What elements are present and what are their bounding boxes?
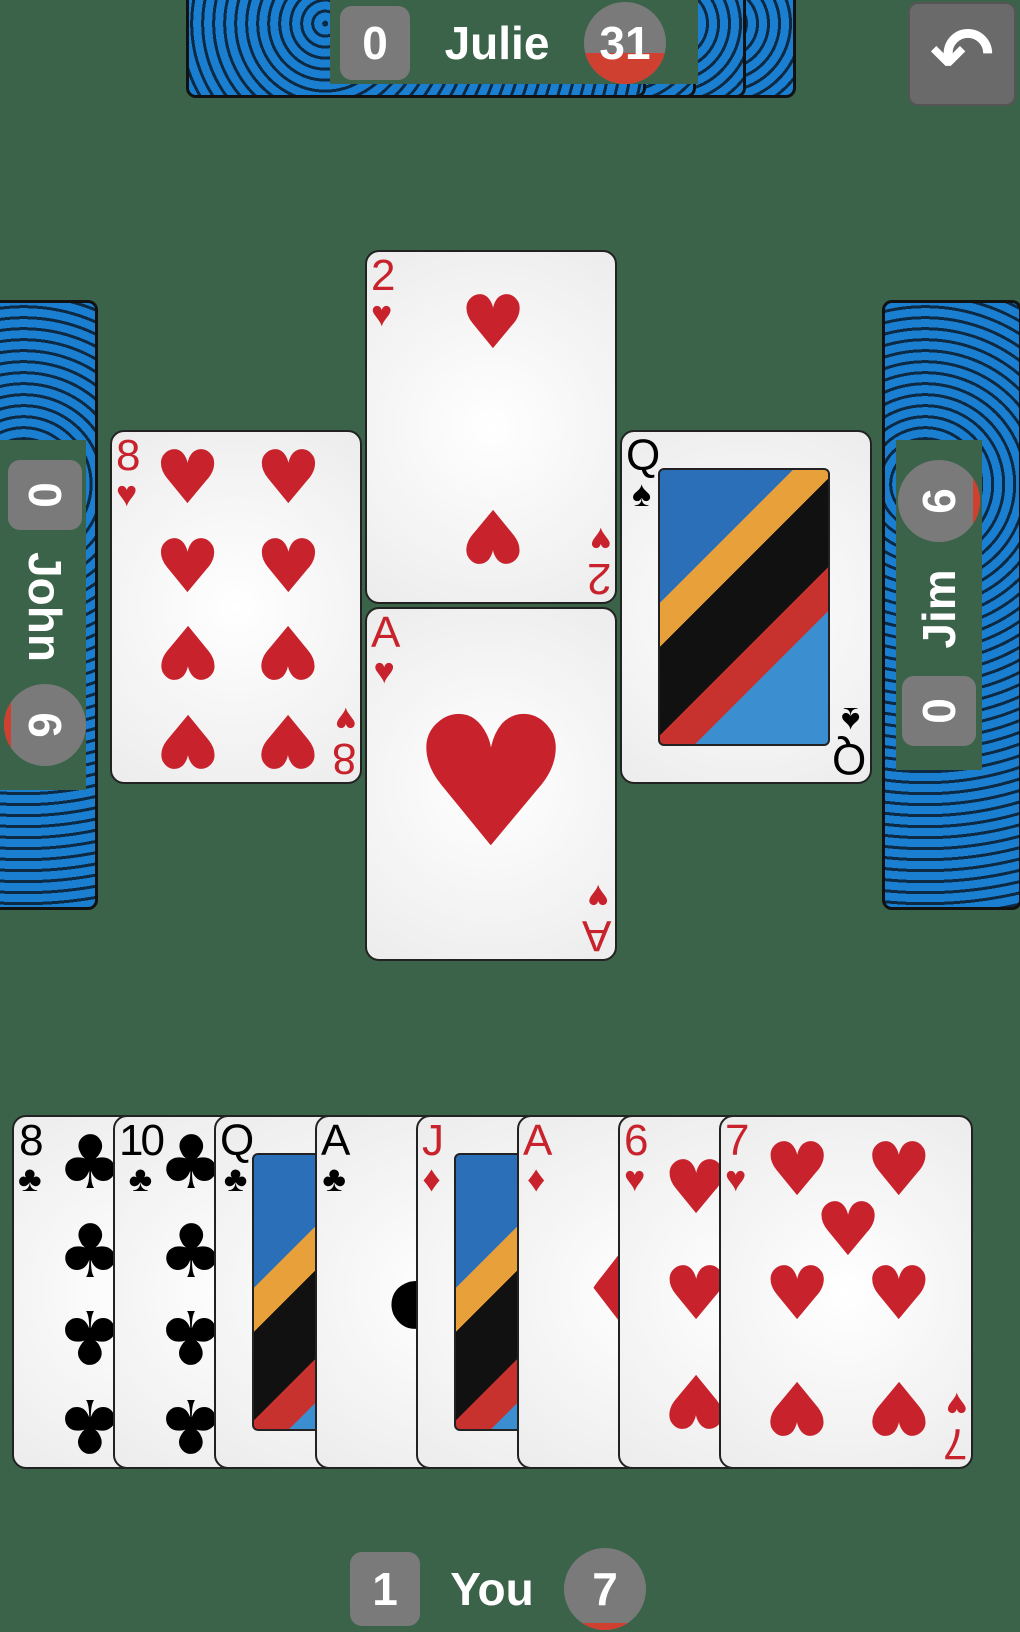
card-corner-index: 8♣ xyxy=(18,1116,44,1199)
hearts-pip-icon: ♥ xyxy=(255,523,322,610)
hearts-pip-icon: ♥ xyxy=(154,523,221,610)
hearts-pip-icon: ♥ xyxy=(154,696,221,783)
score-badge: 6 xyxy=(4,684,86,766)
hearts-pip-icon: ♥ xyxy=(255,696,322,783)
card-corner-index: Q ♠ xyxy=(626,431,660,514)
hearts-pip-icon: ♥ xyxy=(255,608,322,695)
played-card-left: 8 ♥ 8 ♥ ♥ ♥ ♥ ♥ ♥ ♥ ♥ ♥ xyxy=(110,430,362,784)
tricks-badge: 0 xyxy=(340,6,410,80)
hearts-pip-icon: ♥ xyxy=(459,492,527,579)
player-label-bottom: 1 You 7 xyxy=(350,1548,646,1630)
score-badge: 31 xyxy=(584,2,666,84)
card-corner-index: Q ♠ xyxy=(834,700,866,783)
played-card-right: Q ♠ Q ♠ xyxy=(620,430,872,784)
player-name: Julie xyxy=(444,17,550,69)
undo-button[interactable]: ↶ xyxy=(908,2,1016,106)
score-badge: 7 xyxy=(564,1548,646,1630)
player-name: John xyxy=(19,552,71,662)
hearts-pip-icon: ♥ xyxy=(865,1364,932,1451)
hearts-pip-icon: ♥ xyxy=(865,1251,932,1337)
card-corner-index: 7 ♥ xyxy=(725,1116,750,1199)
undo-icon: ↶ xyxy=(930,9,994,99)
hearts-pip-icon: ♥ xyxy=(154,435,221,522)
card-corner-index: 8 ♥ xyxy=(334,700,356,783)
card-corner-index: 7 ♥ xyxy=(945,1385,967,1468)
card-corner-index: J♦ xyxy=(422,1116,444,1199)
score-badge: 6 xyxy=(898,460,980,542)
hearts-pip-icon: ♥ xyxy=(410,679,572,888)
tricks-badge: 0 xyxy=(902,676,976,746)
hearts-pip-icon: ♥ xyxy=(154,608,221,695)
card-corner-index: 2 ♥ xyxy=(589,520,611,603)
hearts-pip-icon: ♥ xyxy=(255,435,322,522)
hearts-pip-icon: ♥ xyxy=(459,279,527,366)
player-name: You xyxy=(450,1563,534,1615)
played-card-top: 2 ♥ 2 ♥ ♥ ♥ xyxy=(365,250,617,604)
played-card-bottom: A ♥ A ♥ ♥ xyxy=(365,607,617,961)
card-corner-index: A♣ xyxy=(321,1116,350,1199)
card-corner-index: A ♥ xyxy=(371,608,400,691)
hearts-pip-icon: ♥ xyxy=(764,1251,831,1337)
hearts-pip-icon: ♥ xyxy=(764,1364,831,1451)
player-label-left: 0 John 6 xyxy=(4,438,86,788)
player-name: Jim xyxy=(913,569,965,649)
card-corner-index: A ♥ xyxy=(584,877,611,960)
hand-card[interactable]: 7 ♥ 7 ♥ ♥ ♥ ♥ ♥ ♥ ♥ ♥ xyxy=(719,1115,973,1469)
card-corner-index: 8 ♥ xyxy=(116,431,141,514)
card-corner-index: 6♥ xyxy=(624,1116,649,1199)
card-corner-index: 2 ♥ xyxy=(371,251,396,334)
card-corner-index: 10♣ xyxy=(119,1116,165,1199)
court-card-portrait xyxy=(658,468,830,746)
card-corner-index: Q♣ xyxy=(220,1116,254,1199)
card-corner-index: A♦ xyxy=(523,1116,552,1199)
tricks-badge: 1 xyxy=(350,1552,420,1626)
tricks-badge: 0 xyxy=(8,460,82,530)
player-label-top: 0 Julie 31 xyxy=(340,2,666,84)
player-label-right: 0 Jim 6 xyxy=(898,428,980,778)
